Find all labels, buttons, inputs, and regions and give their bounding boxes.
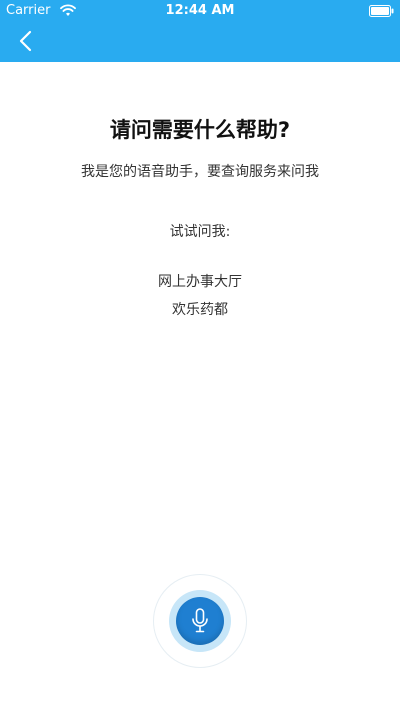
voice-input-button[interactable] — [176, 597, 224, 645]
try-asking-label: 试试问我: — [169, 224, 231, 240]
back-button[interactable] — [8, 24, 42, 58]
assistant-intro: 我是您的语音助手，要查询服务来问我 — [81, 164, 319, 180]
status-time: 12:44 AM — [165, 3, 235, 18]
suggestion-online-hall[interactable]: 网上办事大厅 — [0, 275, 400, 289]
suggestion-list: 网上办事大厅 欢乐药都 — [0, 275, 400, 331]
page-title: 请问需要什么帮助? — [109, 118, 291, 142]
navigation-bar: Carrier 12:44 AM — [0, 0, 400, 62]
status-bar: Carrier 12:44 AM — [0, 0, 400, 22]
voice-assistant-screen: Carrier 12:44 AM 请问需要什么帮助? 我是您的语音助手，要查询服… — [0, 0, 400, 710]
battery-icon — [369, 5, 394, 17]
chevron-left-icon — [19, 30, 32, 52]
microphone-icon — [192, 608, 208, 633]
suggestion-happy-pharma[interactable]: 欢乐药都 — [0, 303, 400, 317]
